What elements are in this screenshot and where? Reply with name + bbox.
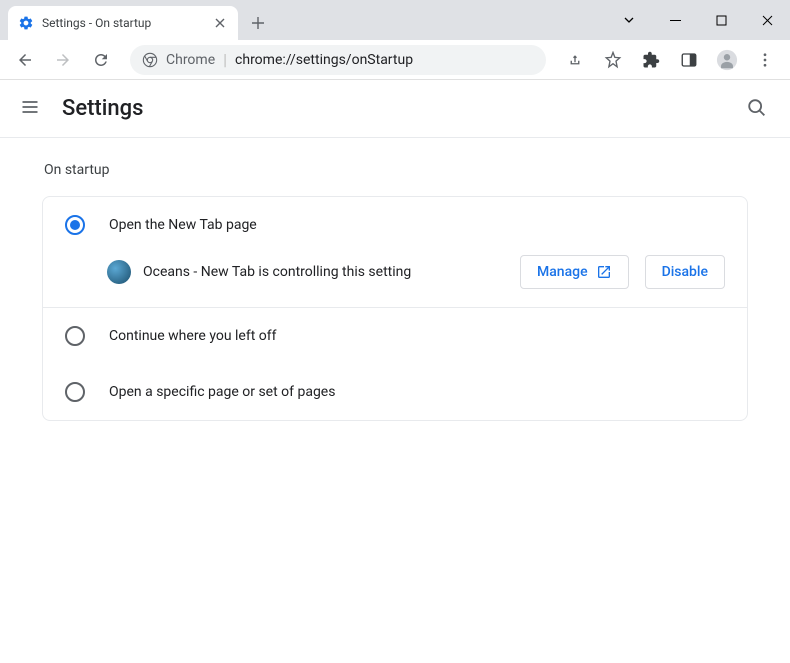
- window-close-button[interactable]: [744, 0, 790, 40]
- window-minimize-button[interactable]: [652, 0, 698, 40]
- radio-selected-icon: [65, 215, 85, 235]
- window-maximize-button[interactable]: [698, 0, 744, 40]
- radio-continue-left-off[interactable]: Continue where you left off: [43, 308, 747, 364]
- tab-close-button[interactable]: [212, 15, 228, 31]
- address-bar[interactable]: Chrome | chrome://settings/onStartup: [130, 45, 546, 75]
- radio-specific-pages[interactable]: Open a specific page or set of pages: [43, 364, 747, 420]
- radio-label: Open the New Tab page: [109, 217, 257, 233]
- window-controls: [606, 0, 790, 40]
- search-icon[interactable]: [746, 97, 770, 121]
- reload-button[interactable]: [84, 43, 118, 77]
- forward-button[interactable]: [46, 43, 80, 77]
- hamburger-menu-icon[interactable]: [20, 97, 44, 121]
- radio-label: Continue where you left off: [109, 328, 277, 344]
- new-tab-button[interactable]: [244, 9, 272, 37]
- radio-label: Open a specific page or set of pages: [109, 384, 335, 400]
- settings-header: Settings: [0, 80, 790, 138]
- manage-button[interactable]: Manage: [520, 255, 629, 289]
- side-panel-icon[interactable]: [672, 43, 706, 77]
- window-titlebar: Settings - On startup: [0, 0, 790, 40]
- section-heading: On startup: [44, 162, 748, 178]
- browser-toolbar: Chrome | chrome://settings/onStartup: [0, 40, 790, 80]
- settings-gear-icon: [18, 15, 34, 31]
- page-title: Settings: [62, 96, 746, 121]
- chevron-down-icon[interactable]: [606, 0, 652, 40]
- extension-notice-row: Oceans - New Tab is controlling this set…: [43, 245, 747, 308]
- startup-options-card: Open the New Tab page Oceans - New Tab i…: [42, 196, 748, 421]
- omnibox-url-text: chrome://settings/onStartup: [235, 52, 413, 68]
- radio-open-new-tab[interactable]: Open the New Tab page: [43, 197, 747, 245]
- extension-globe-icon: [107, 260, 131, 284]
- tab-title-text: Settings - On startup: [42, 16, 204, 30]
- omnibox-divider: |: [223, 50, 227, 69]
- extensions-puzzle-icon[interactable]: [634, 43, 668, 77]
- chrome-logo-icon: [142, 52, 158, 68]
- disable-button[interactable]: Disable: [645, 255, 725, 289]
- extension-notice-text: Oceans - New Tab is controlling this set…: [143, 264, 504, 280]
- radio-unselected-icon: [65, 382, 85, 402]
- disable-button-label: Disable: [662, 264, 708, 280]
- bookmark-star-icon[interactable]: [596, 43, 630, 77]
- manage-button-label: Manage: [537, 264, 588, 280]
- profile-avatar-icon[interactable]: [710, 43, 744, 77]
- open-external-icon: [596, 264, 612, 280]
- radio-unselected-icon: [65, 326, 85, 346]
- settings-content: On startup Open the New Tab page Oceans …: [0, 138, 790, 445]
- share-icon[interactable]: [558, 43, 592, 77]
- kebab-menu-icon[interactable]: [748, 43, 782, 77]
- omnibox-scheme-label: Chrome: [166, 52, 215, 68]
- back-button[interactable]: [8, 43, 42, 77]
- browser-tab[interactable]: Settings - On startup: [8, 6, 238, 40]
